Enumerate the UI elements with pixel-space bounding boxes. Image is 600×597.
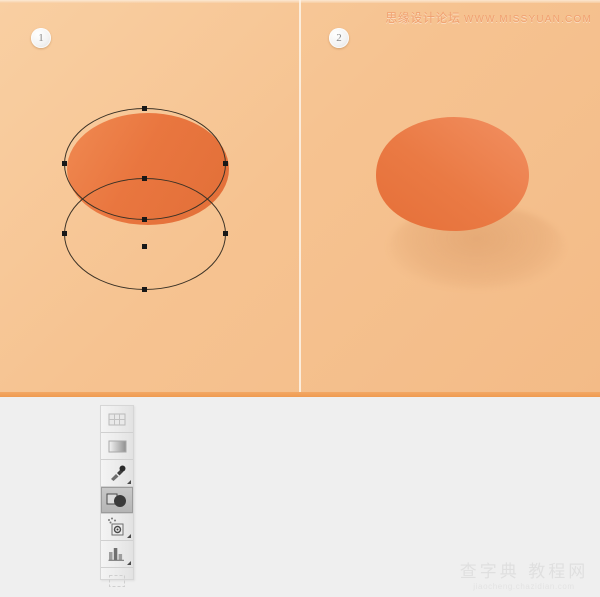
artwork-canvas: 1 2 思缘设计论坛 WWW.MISSYUAN.COM <box>0 0 600 392</box>
watermark-top-cn: 思缘设计论坛 <box>385 11 461 25</box>
watermark-bottom-cn: 查字典 教程网 <box>459 562 589 582</box>
anchor-point[interactable] <box>223 161 228 166</box>
anchor-point[interactable] <box>142 217 147 222</box>
anchor-point[interactable] <box>62 161 67 166</box>
gradient-icon <box>108 440 126 452</box>
symbol-sprayer-icon <box>108 517 124 536</box>
screenshot-root: 1 2 思缘设计论坛 WWW.MISSYUAN.COM 查字典 教程网 jiao… <box>0 0 600 597</box>
anchor-point[interactable] <box>223 231 228 236</box>
tool-blend[interactable] <box>101 487 133 513</box>
tool-artboard[interactable] <box>101 568 133 594</box>
watermark-top: 思缘设计论坛 WWW.MISSYUAN.COM <box>385 9 592 26</box>
flyout-arrow-icon <box>127 480 131 484</box>
watermark-bottom: 查字典 教程网 jiaocheng.chazidian.com <box>454 557 594 591</box>
tool-column-graph[interactable] <box>101 541 133 567</box>
orange-strip <box>0 392 600 397</box>
step-1-panel <box>0 0 300 392</box>
blended-egg-shape[interactable] <box>366 113 531 233</box>
center-point[interactable] <box>142 244 147 249</box>
tool-gradient[interactable] <box>101 433 133 459</box>
tool-mesh[interactable] <box>101 406 133 432</box>
flyout-arrow-icon <box>127 534 131 538</box>
tool-strip <box>100 405 134 587</box>
step-badge-2: 2 <box>329 28 349 48</box>
blend-icon <box>106 493 126 507</box>
anchor-point[interactable] <box>142 106 147 111</box>
tool-eyedropper[interactable] <box>101 460 133 486</box>
watermark-bottom-url: jiaocheng.chazidian.com <box>473 582 575 591</box>
mesh-icon <box>108 413 126 425</box>
artboard-icon <box>109 575 125 587</box>
step-badge-1: 1 <box>31 28 51 48</box>
column-graph-icon <box>108 548 124 561</box>
anchor-point[interactable] <box>62 231 67 236</box>
flyout-arrow-icon <box>127 561 131 565</box>
anchor-point[interactable] <box>142 287 147 292</box>
eyedropper-icon <box>111 465 126 481</box>
bottom-ellipse-path[interactable] <box>64 178 226 290</box>
tool-symbol-sprayer[interactable] <box>101 514 133 540</box>
watermark-top-url: WWW.MISSYUAN.COM <box>463 14 592 25</box>
anchor-point[interactable] <box>142 176 147 181</box>
bottom-chrome: Blend Options Spacing: Specified Steps 3… <box>0 392 600 597</box>
